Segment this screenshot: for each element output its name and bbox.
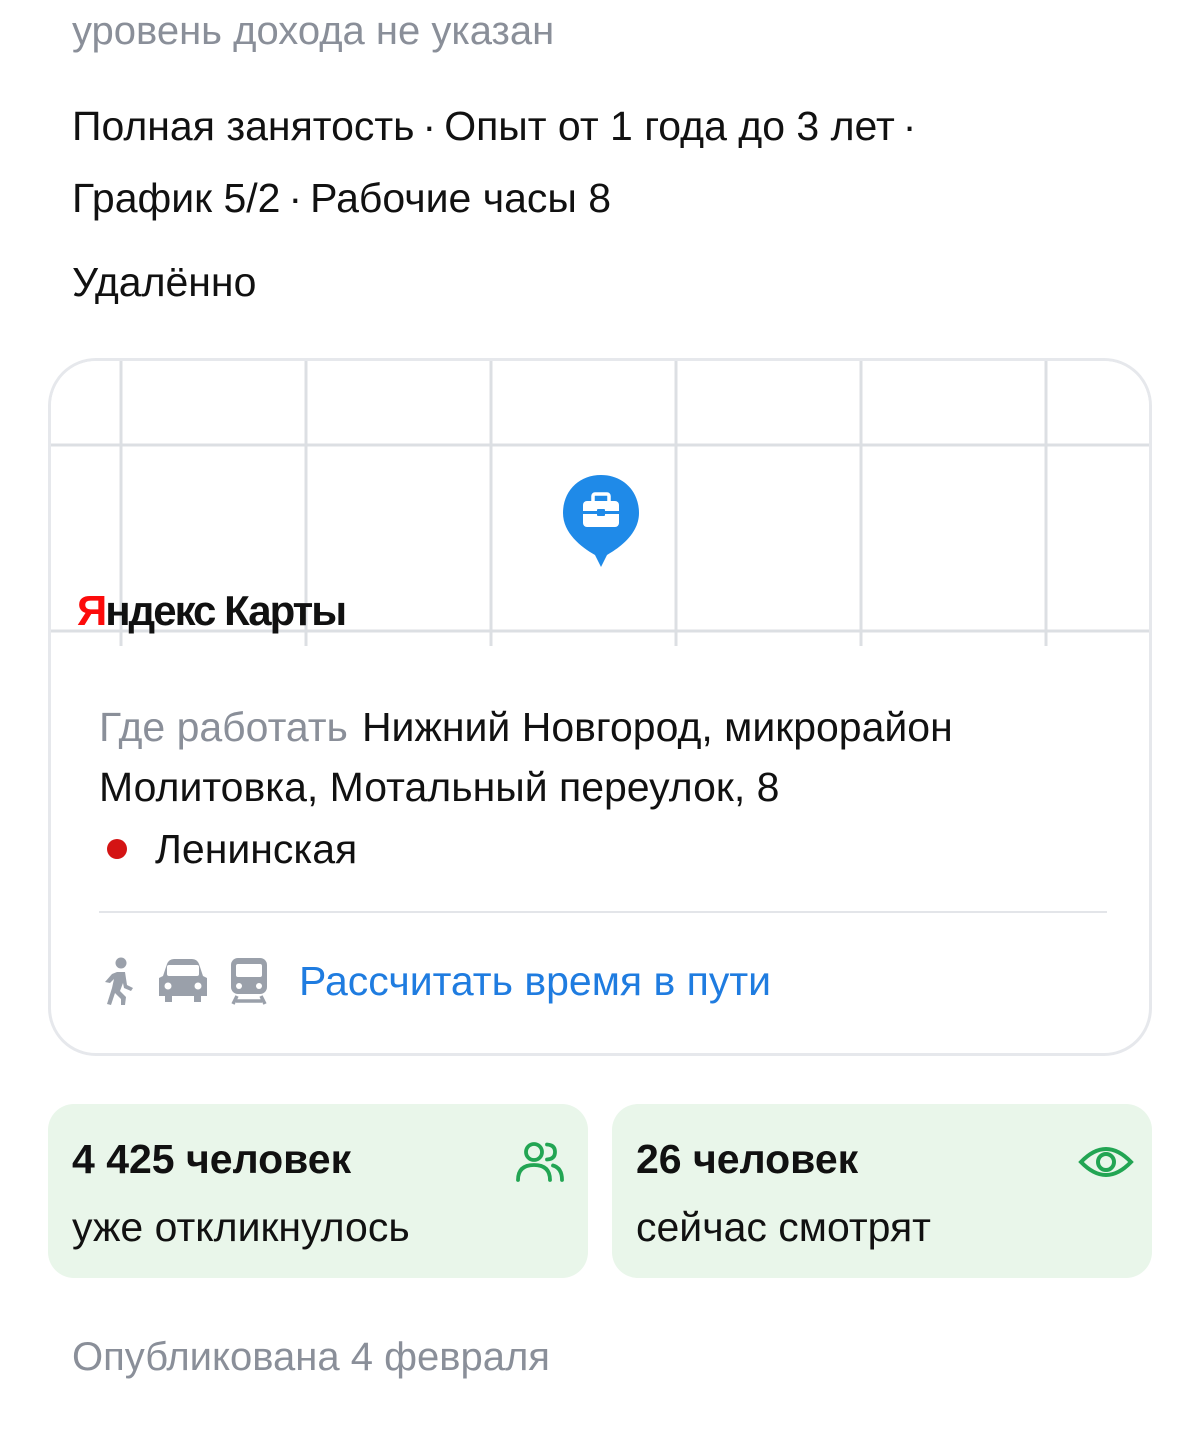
address-card: Яндекс Карты Где работать Нижний Новгород… [48,358,1152,1056]
divider [99,911,1107,913]
address-label: Где работать [99,704,348,750]
metro-station: Ленинская [107,819,357,879]
car-icon [157,956,209,1006]
metro-name: Ленинская [155,826,358,872]
metro-line-icon [107,839,127,859]
vacancy-page: уровень дохода не указан Полная занятост… [0,0,1200,1433]
employment-type: Полная занятость [72,103,415,149]
route-calculator[interactable]: Рассчитать время в пути [99,951,771,1011]
salary-text: уровень дохода не указан [72,9,555,53]
people-icon [514,1140,566,1189]
yandex-maps-logo[interactable]: Яндекс Карты [77,585,347,637]
walk-icon [99,955,139,1007]
separator: · [902,103,917,149]
work-format: Удалённо [72,259,257,305]
train-icon [227,956,271,1006]
published-date: Опубликована 4 февраля [72,1335,550,1379]
eye-icon [1078,1140,1134,1189]
responses-count: 4 425 человек [72,1136,352,1182]
working-hours: Рабочие часы 8 [310,175,612,221]
work-address: Где работать Нижний Новгород, микрорайон … [99,697,1119,817]
separator: · [288,175,303,221]
responses-label: уже откликнулось [72,1204,410,1250]
map-preview[interactable]: Яндекс Карты [51,361,1149,646]
employment-conditions: Полная занятость · Опыт от 1 года до 3 лет… [72,90,1132,234]
experience: Опыт от 1 года до 3 лет [444,103,895,149]
separator: · [422,103,437,149]
responses-stat-card: 4 425 человек уже откликнулось [48,1104,588,1278]
viewers-stat-card: 26 человек сейчас смотрят [612,1104,1152,1278]
calculate-route-link[interactable]: Рассчитать время в пути [299,951,771,1011]
viewers-count: 26 человек [636,1136,859,1182]
viewers-label: сейчас смотрят [636,1204,931,1250]
schedule: График 5/2 [72,175,281,221]
